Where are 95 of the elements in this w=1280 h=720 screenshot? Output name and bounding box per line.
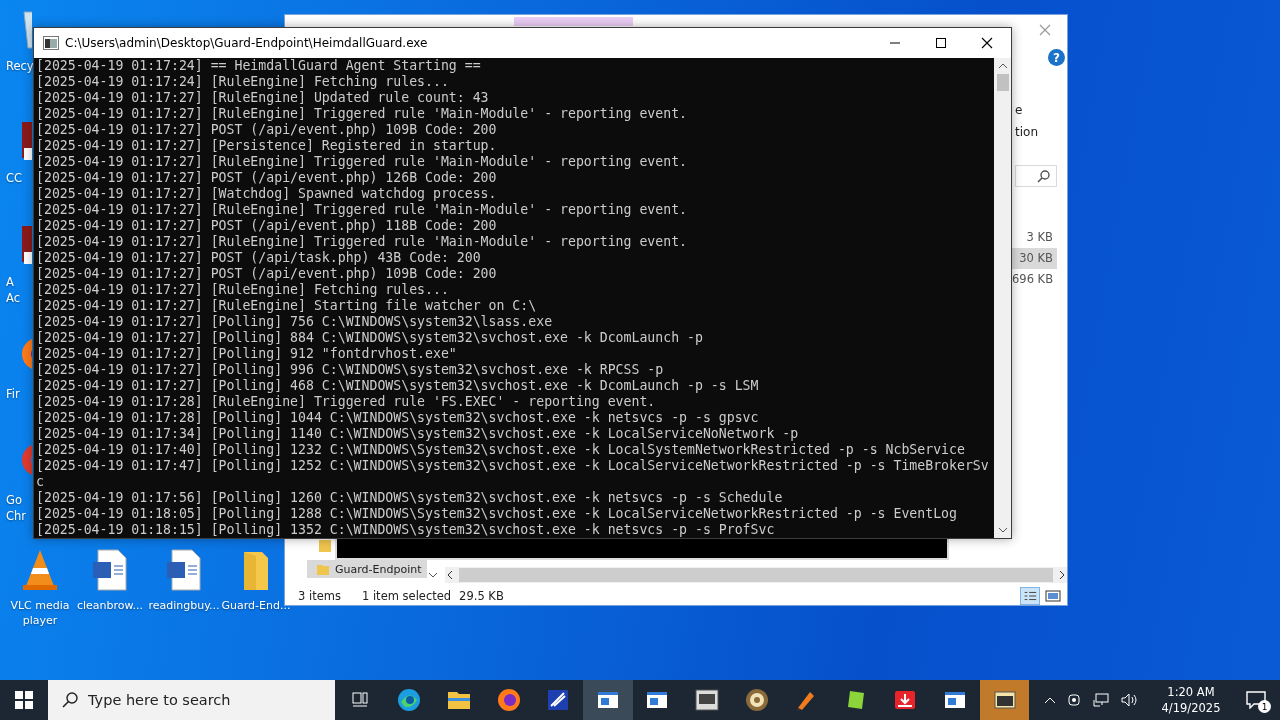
help-button[interactable]: ?	[1048, 49, 1065, 66]
taskbar-button[interactable]	[979, 680, 1030, 720]
network-icon[interactable]	[1092, 692, 1110, 708]
desktop-icon-label[interactable]: Go Chr	[6, 492, 27, 524]
console-line: [2025-04-19 01:18:15] [Polling] 1352 C:\WINDOWS\system32\svchost.exe -k netsvcs -p -s ProfSvc	[36, 522, 775, 538]
word-document-icon[interactable]	[164, 548, 204, 592]
console-line: [2025-04-19 01:17:27] POST (/api/task.php) 43B Code: 200	[36, 250, 481, 266]
console-line: [2025-04-19 01:17:27] [Polling] 884 C:\WINDOWS\system32\svchost.exe -k DcomLaunch -p	[36, 330, 703, 346]
large-icons-view-icon[interactable]	[1043, 587, 1063, 605]
disc-icon	[744, 688, 769, 712]
browser-icon	[496, 688, 521, 712]
console-line: [2025-04-19 01:17:27] [RuleEngine] Starting file watcher on C:\	[36, 298, 537, 314]
search-field[interactable]	[1015, 165, 1057, 187]
maximize-icon[interactable]	[935, 37, 947, 49]
vertical-scrollbar[interactable]	[994, 58, 1011, 538]
console-line: [2025-04-19 01:17:27] [RuleEngine] Fetching rules...	[36, 282, 449, 298]
console-line: [2025-04-19 01:17:27] [RuleEngine] Updated rule count: 43	[36, 90, 489, 106]
console-line: [2025-04-19 01:17:27] [RuleEngine] Triggered rule 'Main-Module' - reporting event.	[36, 154, 688, 170]
desktop-icon-label[interactable]: A Ac	[6, 274, 20, 306]
clock-date: 4/19/2025	[1161, 700, 1221, 716]
folder-item[interactable]: Guard-Endpoint	[307, 560, 427, 578]
window-icon	[943, 691, 966, 709]
window-icon	[646, 691, 669, 709]
file-size-cell[interactable]: 30 KB	[1012, 248, 1057, 269]
window-icon	[596, 691, 619, 709]
console-line: [2025-04-19 01:17:27] [Polling] 468 C:\WINDOWS\system32\svchost.exe -k DcomLaunch -p -s LSM	[36, 378, 759, 394]
console-line: [2025-04-19 01:17:27] POST (/api/event.php) 126B Code: 200	[36, 170, 497, 186]
chevron-down-icon[interactable]	[428, 571, 438, 579]
console-app-icon	[43, 36, 59, 50]
console-line: [2025-04-19 01:17:28] [Polling] 1044 C:\WINDOWS\system32\svchost.exe -k netsvcs -p -s gpsvc	[36, 410, 759, 426]
download-icon	[893, 688, 918, 712]
monitor-icon	[694, 688, 719, 712]
camera-icon[interactable]	[1066, 692, 1082, 708]
search-icon	[1037, 169, 1050, 183]
scroll-left-icon[interactable]	[445, 570, 455, 580]
console-line: [2025-04-19 01:17:27] POST (/api/event.php) 118B Code: 200	[36, 218, 497, 234]
clock[interactable]: 1:20 AM 4/19/2025	[1154, 684, 1228, 716]
console-line: [2025-04-19 01:17:24] == HeimdallGuard Agent Starting ==	[36, 58, 481, 74]
console-line: [2025-04-19 01:17:27] [Watchdog] Spawned watchdog process.	[36, 186, 497, 202]
console-line: [2025-04-19 01:17:27] POST (/api/event.php) 109B Code: 200	[36, 122, 497, 138]
desktop-icon-label[interactable]: Guard-End...	[221, 598, 291, 613]
word-document-icon[interactable]	[90, 548, 130, 592]
chevron-up-icon[interactable]	[1044, 696, 1056, 704]
search-field[interactable]: Type here to search	[48, 680, 335, 720]
console-line: [2025-04-19 01:17:28] [RuleEngine] Triggered rule 'FS.EXEC' - reporting event.	[36, 394, 656, 410]
item-count: 3 items	[298, 589, 341, 603]
desktop-icon-label[interactable]: readingbuy...	[148, 598, 220, 613]
file-size-cell[interactable]: 696 KB	[1012, 269, 1057, 290]
console-line: [2025-04-19 01:17:27] [Polling] 912 "fontdrvhost.exe"	[36, 346, 457, 362]
console-line: [2025-04-19 01:17:24] [RuleEngine] Fetching rules...	[36, 74, 449, 90]
taskbar-button[interactable]	[582, 680, 633, 720]
selection-size: 29.5 KB	[459, 589, 504, 603]
horizontal-scrollbar[interactable]	[445, 567, 1067, 583]
traffic-cone-icon[interactable]	[20, 548, 60, 592]
desktop-icon-label[interactable]: cleanbrow...	[76, 598, 144, 613]
clock-time: 1:20 AM	[1167, 684, 1215, 700]
console-line: [2025-04-19 01:17:27] [RuleEngine] Triggered rule 'Main-Module' - reporting event.	[36, 106, 688, 122]
console-line: [2025-04-19 01:17:27] [RuleEngine] Triggered rule 'Main-Module' - reporting event.	[36, 234, 688, 250]
file-size-cell[interactable]: 3 KB	[1012, 227, 1057, 248]
ribbon-label[interactable]: e tion	[1015, 99, 1038, 143]
console-line: [2025-04-19 01:17:40] [Polling] 1232 C:\WINDOWS\System32\svchost.exe -k LocalSystemNetworkRestricted -p -s NcbService	[36, 442, 965, 458]
console-line: [2025-04-19 01:17:47] [Polling] 1252 C:\WINDOWS\system32\svchost.exe -k LocalServiceNetworkRestricted -p -s TimeBrokerSv	[36, 458, 989, 474]
close-icon[interactable]	[981, 37, 993, 49]
scroll-right-icon[interactable]	[1057, 570, 1067, 580]
browser-icon	[397, 688, 422, 712]
folder-icon	[317, 563, 329, 575]
folder-icon	[447, 690, 471, 710]
console-line: [2025-04-19 01:18:05] [Polling] 1288 C:\WINDOWS\System32\svchost.exe -k LocalServiceNetworkRestricted -p -s EventLog	[36, 506, 957, 522]
desktop-icon-label[interactable]: Fir	[6, 386, 20, 402]
notification-count: 1	[1258, 700, 1271, 713]
details-view-icon[interactable]	[1020, 587, 1040, 605]
console-line: [2025-04-19 01:17:27] [Polling] 996 C:\WINDOWS\system32\svchost.exe -k RPCSS -p	[36, 362, 664, 378]
search-icon	[62, 692, 78, 708]
task-view-icon	[349, 691, 370, 709]
console-line: [2025-04-19 01:17:27] POST (/api/event.php) 109B Code: 200	[36, 266, 497, 282]
window-title: C:\Users\admin\Desktop\Guard-Endpoint\HeimdallGuard.exe	[65, 36, 428, 50]
console-line: [2025-04-19 01:17:56] [Polling] 1260 C:\WINDOWS\system32\svchost.exe -k netsvcs -p -s Schedule	[36, 490, 783, 506]
notification-icon[interactable]	[1246, 691, 1266, 709]
windows-start-icon[interactable]	[15, 691, 33, 709]
folder-icon	[319, 540, 331, 552]
scroll-down-icon[interactable]	[997, 526, 1008, 534]
console-line: c	[36, 474, 44, 490]
desktop-icon-label[interactable]: CC	[6, 170, 23, 186]
tool-icon	[546, 688, 571, 712]
desktop-icon-label[interactable]: Recy	[6, 58, 34, 74]
scroll-up-icon[interactable]	[997, 62, 1008, 70]
selection-status: 1 item selected	[361, 589, 452, 603]
desktop-icon-label[interactable]: VLC media player	[10, 598, 70, 628]
speaker-icon[interactable]	[1120, 692, 1138, 708]
scrollbar-thumb[interactable]	[996, 74, 1009, 91]
console-icon	[992, 688, 1017, 712]
console-line: [2025-04-19 01:17:27] [Polling] 756 C:\WINDOWS\system32\lsass.exe	[36, 314, 553, 330]
console-line: [2025-04-19 01:17:27] [RuleEngine] Triggered rule 'Main-Module' - reporting event.	[36, 202, 688, 218]
console-line: [2025-04-19 01:17:27] [Persistence] Registered in startup.	[36, 138, 497, 154]
console-line: [2025-04-19 01:17:34] [Polling] 1140 C:\WINDOWS\system32\svchost.exe -k LocalServiceNoNetwork -p	[36, 426, 799, 442]
